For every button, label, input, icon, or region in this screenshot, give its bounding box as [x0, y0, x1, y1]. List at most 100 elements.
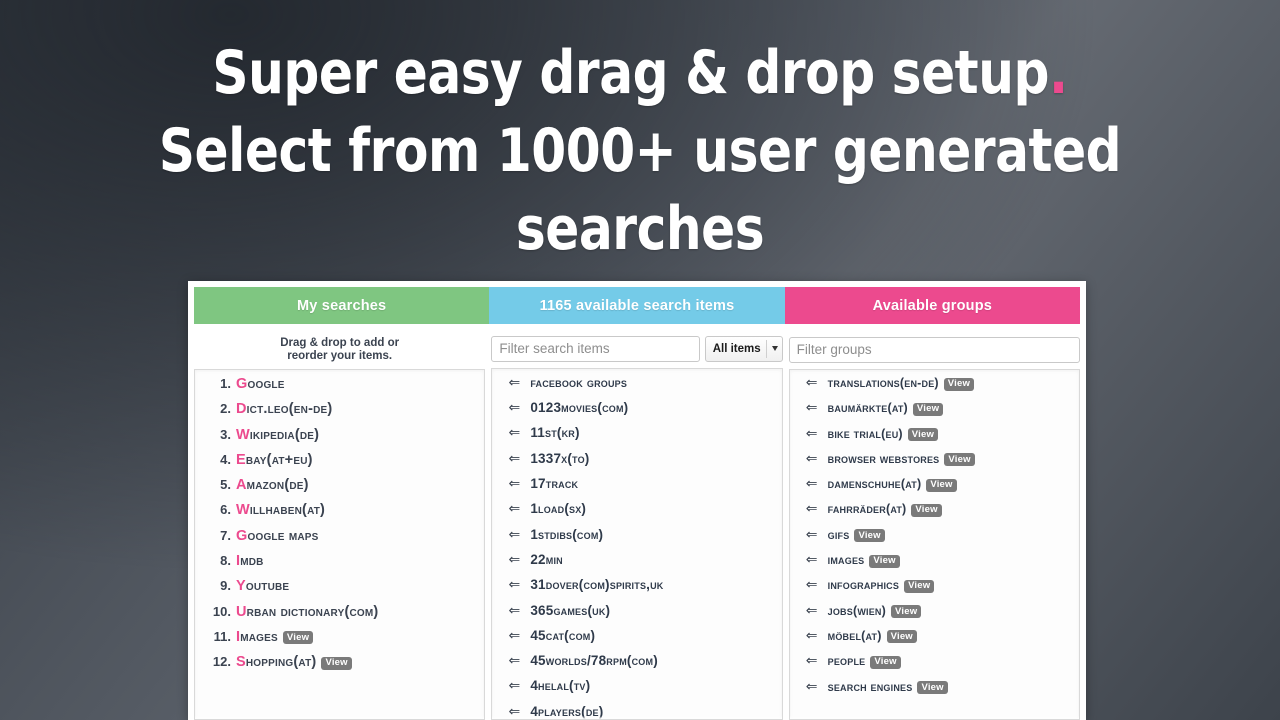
my-search-item[interactable]: 9. Youtube	[195, 578, 484, 603]
add-arrow-left-icon[interactable]: ⇐	[796, 578, 828, 592]
available-search-item[interactable]: ⇐ 365games(uk)	[492, 603, 781, 628]
add-arrow-left-icon[interactable]: ⇐	[796, 528, 828, 542]
add-arrow-left-icon[interactable]: ⇐	[796, 680, 828, 694]
available-search-item[interactable]: ⇐ 45worlds/78rpm(com)	[492, 653, 781, 678]
add-arrow-left-icon[interactable]: ⇐	[796, 629, 828, 643]
my-search-item[interactable]: 1. Google	[195, 376, 484, 401]
view-badge[interactable]: View	[854, 529, 885, 543]
add-arrow-left-icon[interactable]: ⇐	[796, 502, 828, 516]
available-search-item[interactable]: ⇐ 1load(sx)	[492, 501, 781, 526]
item-label: translations(en-de) View	[828, 376, 975, 391]
view-badge[interactable]: View	[944, 453, 975, 467]
available-group-item[interactable]: ⇐ bike trial(eu) View	[790, 427, 1079, 452]
available-search-item[interactable]: ⇐ 45cat(com)	[492, 628, 781, 653]
add-arrow-left-icon[interactable]: ⇐	[498, 528, 530, 542]
available-search-item[interactable]: ⇐ 4players(de)	[492, 704, 781, 719]
filter-groups-input[interactable]	[788, 336, 1080, 363]
my-search-item[interactable]: 6. Willhaben(at)	[195, 502, 484, 527]
view-badge[interactable]: View	[282, 631, 314, 645]
tab-available-items[interactable]: 1165 available search items	[489, 287, 785, 324]
add-arrow-left-icon[interactable]: ⇐	[498, 452, 530, 466]
tab-my-searches[interactable]: My searches	[194, 287, 490, 324]
item-label: 45cat(com)	[530, 627, 596, 643]
view-badge[interactable]: View	[904, 579, 935, 593]
view-badge[interactable]: View	[869, 554, 900, 568]
add-arrow-left-icon[interactable]: ⇐	[498, 401, 530, 415]
available-search-item[interactable]: ⇐ 31dover(com)spirits,uk	[492, 577, 781, 602]
view-badge[interactable]: View	[886, 630, 917, 644]
view-badge[interactable]: View	[926, 478, 957, 492]
add-arrow-left-icon[interactable]: ⇐	[796, 427, 828, 441]
tab-available-groups[interactable]: Available groups	[784, 287, 1080, 324]
available-groups-list[interactable]: ⇐ translations(en-de) View ⇐ baumärkte(at) Vi…	[788, 369, 1080, 720]
my-searches-list[interactable]: 1. Google 2. Dict.leo(en-de) 3. Wikipedia(de)…	[194, 369, 486, 720]
my-search-item[interactable]: 2. Dict.leo(en-de)	[195, 401, 484, 426]
add-arrow-left-icon[interactable]: ⇐	[498, 502, 530, 516]
available-group-item[interactable]: ⇐ gifs View	[790, 528, 1079, 553]
available-items-subhead: All items	[491, 324, 783, 368]
available-search-item[interactable]: ⇐ 0123movies(com)	[492, 400, 781, 425]
available-group-item[interactable]: ⇐ jobs(wien) View	[790, 604, 1079, 629]
available-items-list[interactable]: ⇐ facebook groups ⇐ 0123movies(com) ⇐ 11st(kr…	[491, 367, 783, 720]
add-arrow-left-icon[interactable]: ⇐	[796, 376, 828, 390]
add-arrow-left-icon[interactable]: ⇐	[796, 553, 828, 567]
available-search-item[interactable]: ⇐ 1stdibs(com)	[492, 527, 781, 552]
add-arrow-left-icon[interactable]: ⇐	[796, 401, 828, 415]
items-type-select[interactable]: All items	[704, 335, 783, 362]
available-group-item[interactable]: ⇐ möbel(at) View	[790, 629, 1079, 654]
add-arrow-left-icon[interactable]: ⇐	[498, 553, 530, 567]
filter-search-items-input[interactable]	[491, 335, 700, 362]
add-arrow-left-icon[interactable]: ⇐	[498, 604, 530, 618]
available-group-item[interactable]: ⇐ search engines View	[790, 680, 1079, 705]
my-search-item[interactable]: 10. Urban dictionary(com)	[195, 604, 484, 629]
view-badge[interactable]: View	[911, 503, 942, 517]
my-search-item[interactable]: 4. Ebay(at+eu)	[195, 452, 484, 477]
item-label: 0123movies(com)	[530, 400, 629, 416]
available-group-item[interactable]: ⇐ people View	[790, 654, 1079, 679]
view-badge[interactable]: View	[321, 656, 352, 670]
my-search-item[interactable]: 12. Shopping(at) View	[195, 654, 484, 679]
item-label: Google	[236, 376, 285, 392]
column-headers: My searches 1165 available search items …	[194, 287, 1080, 324]
available-group-item[interactable]: ⇐ infographics View	[790, 578, 1079, 603]
add-arrow-left-icon[interactable]: ⇐	[498, 477, 530, 491]
available-search-item[interactable]: ⇐ 17track	[492, 476, 781, 501]
available-search-item[interactable]: ⇐ 1337x(to)	[492, 451, 781, 476]
available-group-item[interactable]: ⇐ browser webstores View	[790, 452, 1079, 477]
view-badge[interactable]: View	[917, 681, 948, 695]
add-arrow-left-icon[interactable]: ⇐	[498, 578, 530, 592]
add-arrow-left-icon[interactable]: ⇐	[796, 452, 828, 466]
add-arrow-left-icon[interactable]: ⇐	[796, 604, 828, 618]
view-badge[interactable]: View	[907, 428, 939, 442]
add-arrow-left-icon[interactable]: ⇐	[498, 376, 530, 390]
item-label: 365games(uk)	[530, 602, 611, 618]
available-search-item[interactable]: ⇐ 11st(kr)	[492, 425, 781, 450]
add-arrow-left-icon[interactable]: ⇐	[498, 705, 530, 719]
my-search-item[interactable]: 11. Images View	[195, 629, 484, 654]
add-arrow-left-icon[interactable]: ⇐	[498, 629, 530, 643]
add-arrow-left-icon[interactable]: ⇐	[498, 654, 530, 668]
add-arrow-left-icon[interactable]: ⇐	[796, 654, 828, 668]
add-arrow-left-icon[interactable]: ⇐	[498, 679, 530, 693]
item-initial: E	[236, 451, 246, 468]
headline-line-2: Select from 1000+ user generated searche…	[45, 112, 1235, 268]
available-group-item[interactable]: ⇐ translations(en-de) View	[790, 376, 1079, 401]
my-search-item[interactable]: 7. Google maps	[195, 528, 484, 553]
available-search-item[interactable]: ⇐ 22min	[492, 552, 781, 577]
chevron-down-icon	[771, 346, 778, 352]
view-badge[interactable]: View	[891, 605, 922, 619]
add-arrow-left-icon[interactable]: ⇐	[796, 477, 828, 491]
available-search-item[interactable]: ⇐ 4helal(tv)	[492, 678, 781, 703]
available-group-item[interactable]: ⇐ damenschuhe(at) View	[790, 477, 1079, 502]
available-group-item[interactable]: ⇐ images View	[790, 553, 1079, 578]
available-group-item[interactable]: ⇐ fahrräder(at) View	[790, 502, 1079, 527]
available-group-item[interactable]: ⇐ baumärkte(at) View	[790, 401, 1079, 426]
available-search-item[interactable]: ⇐ facebook groups	[492, 375, 781, 400]
view-badge[interactable]: View	[912, 402, 944, 416]
view-badge[interactable]: View	[943, 377, 975, 391]
view-badge[interactable]: View	[870, 655, 901, 669]
my-search-item[interactable]: 5. Amazon(de)	[195, 477, 484, 502]
my-search-item[interactable]: 3. Wikipedia(de)	[195, 427, 484, 452]
add-arrow-left-icon[interactable]: ⇐	[498, 426, 530, 440]
my-search-item[interactable]: 8. Imdb	[195, 553, 484, 578]
